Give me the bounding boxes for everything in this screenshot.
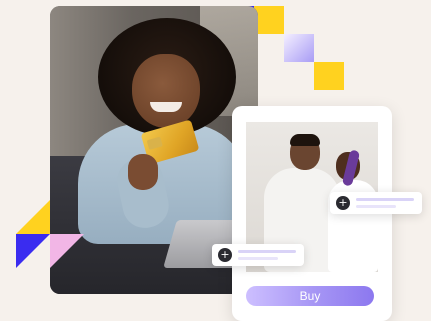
tag-placeholder-line [356, 205, 396, 208]
decor-square-yellow [254, 6, 284, 34]
decor-square-lavender [284, 34, 314, 62]
photo-face [132, 54, 200, 128]
product-tag-right[interactable]: + [330, 192, 422, 214]
tag-placeholder-line [238, 257, 278, 260]
decor-triangle-pink [50, 234, 84, 268]
decor-square-yellow-right [314, 62, 344, 90]
tag-placeholder-line [238, 250, 296, 253]
decor-triangle-blue [16, 234, 50, 268]
buy-button[interactable]: Buy [246, 286, 374, 306]
photo-hand [128, 154, 158, 190]
tag-placeholder-line [356, 198, 414, 201]
decor-triangle-yellow [16, 200, 50, 234]
product-tag-left[interactable]: + [212, 244, 304, 266]
plus-icon[interactable]: + [218, 248, 232, 262]
plus-icon[interactable]: + [336, 196, 350, 210]
photo-smile [150, 102, 182, 112]
model-man-hair [290, 134, 320, 146]
card-chip [146, 136, 163, 150]
